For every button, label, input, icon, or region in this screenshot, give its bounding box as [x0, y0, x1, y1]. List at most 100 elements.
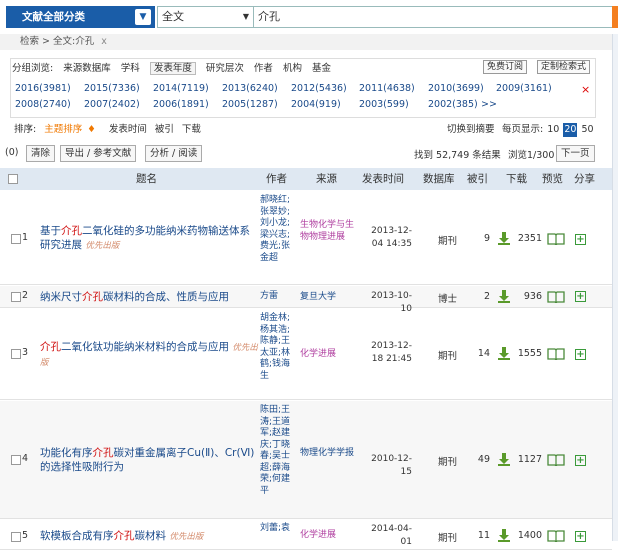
sort-relevance[interactable]: 主题排序 ♦ — [44, 124, 101, 135]
sort-cited[interactable]: 被引 — [155, 124, 174, 135]
col-title[interactable]: 题名 — [136, 168, 157, 190]
sort-arrow-icon: ♦ — [87, 124, 96, 135]
result-source[interactable]: 化学进展 — [300, 529, 356, 541]
result-authors[interactable]: 方雷 — [260, 291, 296, 303]
subscribe-button[interactable]: 免费订阅 — [483, 60, 528, 74]
year-link[interactable]: 2011(4638) — [359, 83, 415, 94]
table-row: 5 软模板合成有序介孔碳材料 优先出版 刘蕾;袁 化学进展 2014-04-01… — [0, 520, 612, 550]
download-icon[interactable] — [498, 232, 510, 245]
result-authors[interactable]: 胡金林;杨其浩;陈静;王太亚;林鹤;钱海生 — [260, 313, 296, 382]
result-downloads: 936 — [523, 291, 542, 302]
result-cited[interactable]: 2 — [472, 291, 490, 302]
result-title[interactable]: 纳米尺寸介孔碳材料的合成、性质与应用 — [40, 290, 260, 304]
per-page-10[interactable]: 10 — [546, 123, 560, 137]
year-link[interactable]: 2009(3161) — [496, 83, 552, 94]
close-filter-icon[interactable]: × — [581, 83, 590, 96]
year-link[interactable]: 2013(6240) — [222, 83, 278, 94]
export-button[interactable]: 导出 / 参考文献 — [60, 145, 137, 162]
year-link[interactable]: 2002(385) — [428, 99, 478, 110]
share-plus-icon[interactable]: + — [575, 234, 586, 245]
share-plus-icon[interactable]: + — [575, 349, 586, 360]
col-cited[interactable]: 被引 — [467, 168, 488, 190]
book-icon[interactable] — [547, 454, 565, 466]
sort-downloads[interactable]: 下载 — [182, 124, 201, 135]
per-page-50[interactable]: 50 — [580, 123, 594, 137]
year-link[interactable]: 2010(3699) — [428, 83, 484, 94]
result-source[interactable]: 化学进展 — [300, 348, 356, 360]
title-text: 纳米尺寸 — [40, 291, 82, 303]
year-link[interactable]: 2007(2402) — [84, 99, 140, 110]
result-source[interactable]: 物理化学学报 — [300, 447, 354, 459]
year-link[interactable]: 2008(2740) — [15, 99, 71, 110]
row-checkbox[interactable] — [11, 292, 21, 302]
book-icon[interactable] — [547, 291, 565, 303]
field-select[interactable]: 全文 ▼ — [157, 6, 253, 28]
next-page-button[interactable]: 下一页 — [556, 145, 595, 162]
result-cited[interactable]: 9 — [472, 233, 490, 244]
year-link[interactable]: 2003(599) — [359, 99, 409, 110]
year-link[interactable]: 2015(7336) — [84, 83, 140, 94]
year-link[interactable]: 2016(3981) — [15, 83, 71, 94]
result-db: 期刊 — [438, 351, 458, 362]
year-link[interactable]: 2012(5436) — [291, 83, 347, 94]
year-link[interactable]: 2005(1287) — [222, 99, 278, 110]
tab-author[interactable]: 作者 — [254, 63, 273, 74]
book-icon[interactable] — [547, 348, 565, 360]
col-date[interactable]: 发表时间 — [362, 168, 404, 190]
switch-abstract-link[interactable]: 切换到摘要 — [447, 123, 495, 137]
col-downloads[interactable]: 下载 — [506, 168, 527, 190]
book-icon[interactable] — [547, 233, 565, 245]
breadcrumb-close-icon[interactable]: x — [101, 36, 107, 47]
share-plus-icon[interactable]: + — [575, 455, 586, 466]
result-title[interactable]: 介孔二氧化钛功能纳米材料的合成与应用 优先出版 — [40, 340, 258, 370]
result-title[interactable]: 软模板合成有序介孔碳材料 优先出版 — [40, 529, 254, 544]
result-source[interactable]: 复旦大学 — [300, 291, 356, 303]
scope-dropdown[interactable]: 文献全部分类 ▼ — [6, 6, 155, 28]
clear-button[interactable]: 清除 — [26, 145, 56, 162]
download-icon[interactable] — [498, 453, 510, 466]
chevron-down-icon[interactable]: ▼ — [135, 9, 151, 25]
book-icon[interactable] — [547, 530, 565, 542]
search-input[interactable]: 介孔 — [253, 6, 613, 28]
row-checkbox[interactable] — [11, 455, 21, 465]
tab-institution[interactable]: 机构 — [283, 63, 302, 74]
tab-level[interactable]: 研究层次 — [206, 63, 244, 74]
result-authors[interactable]: 郝晓红;张翠妙;刘小龙;梁兴志;费光;张金超 — [260, 195, 296, 264]
result-cited[interactable]: 49 — [472, 454, 490, 465]
select-all-checkbox[interactable] — [8, 174, 18, 184]
search-bar: 文献全部分类 ▼ 全文 ▼ 介孔 — [0, 0, 618, 34]
more-years-link[interactable]: >> — [481, 99, 497, 110]
tab-fund[interactable]: 基金 — [312, 63, 331, 74]
result-authors[interactable]: 刘蕾;袁 — [260, 523, 296, 535]
analyze-button[interactable]: 分析 / 阅读 — [145, 145, 203, 162]
col-source[interactable]: 来源 — [316, 168, 337, 190]
result-authors[interactable]: 陈田;王涛;王道军;赵建庆;丁晓春;吴士超;薛海荣;何建平 — [260, 405, 296, 497]
result-source[interactable]: 生物化学与生物物理进展 — [300, 219, 356, 243]
row-checkbox[interactable] — [11, 349, 21, 359]
result-title[interactable]: 功能化有序介孔碳对重金属离子Cu(Ⅱ)、Cr(Ⅵ)的选择性吸附行为 — [40, 446, 256, 474]
download-icon[interactable] — [498, 347, 510, 360]
col-db[interactable]: 数据库 — [423, 168, 455, 190]
custom-search-button[interactable]: 定制检索式 — [537, 60, 591, 74]
result-cited[interactable]: 11 — [472, 530, 490, 541]
share-plus-icon[interactable]: + — [575, 531, 586, 542]
per-page-20[interactable]: 20 — [563, 123, 578, 137]
year-link[interactable]: 2014(7119) — [153, 83, 209, 94]
sort-date[interactable]: 发表时间 — [109, 124, 147, 135]
col-author[interactable]: 作者 — [266, 168, 287, 190]
year-link[interactable]: 2006(1891) — [153, 99, 209, 110]
tab-subject[interactable]: 学科 — [121, 63, 140, 74]
tab-source-db[interactable]: 来源数据库 — [63, 63, 111, 74]
tab-year[interactable]: 发表年度 — [149, 62, 196, 75]
row-checkbox[interactable] — [11, 234, 21, 244]
share-plus-icon[interactable]: + — [575, 291, 586, 302]
row-number: 5 — [22, 530, 29, 541]
result-cited[interactable]: 14 — [472, 348, 490, 359]
year-link[interactable]: 2004(919) — [291, 99, 341, 110]
scope-label: 文献全部分类 — [22, 11, 85, 23]
result-db: 博士 — [438, 294, 458, 305]
search-button[interactable] — [612, 6, 618, 28]
download-icon[interactable] — [498, 529, 510, 542]
download-icon[interactable] — [498, 290, 510, 303]
result-title[interactable]: 基于介孔二氧化硅的多功能纳米药物输送体系研究进展 优先出版 — [40, 224, 254, 253]
